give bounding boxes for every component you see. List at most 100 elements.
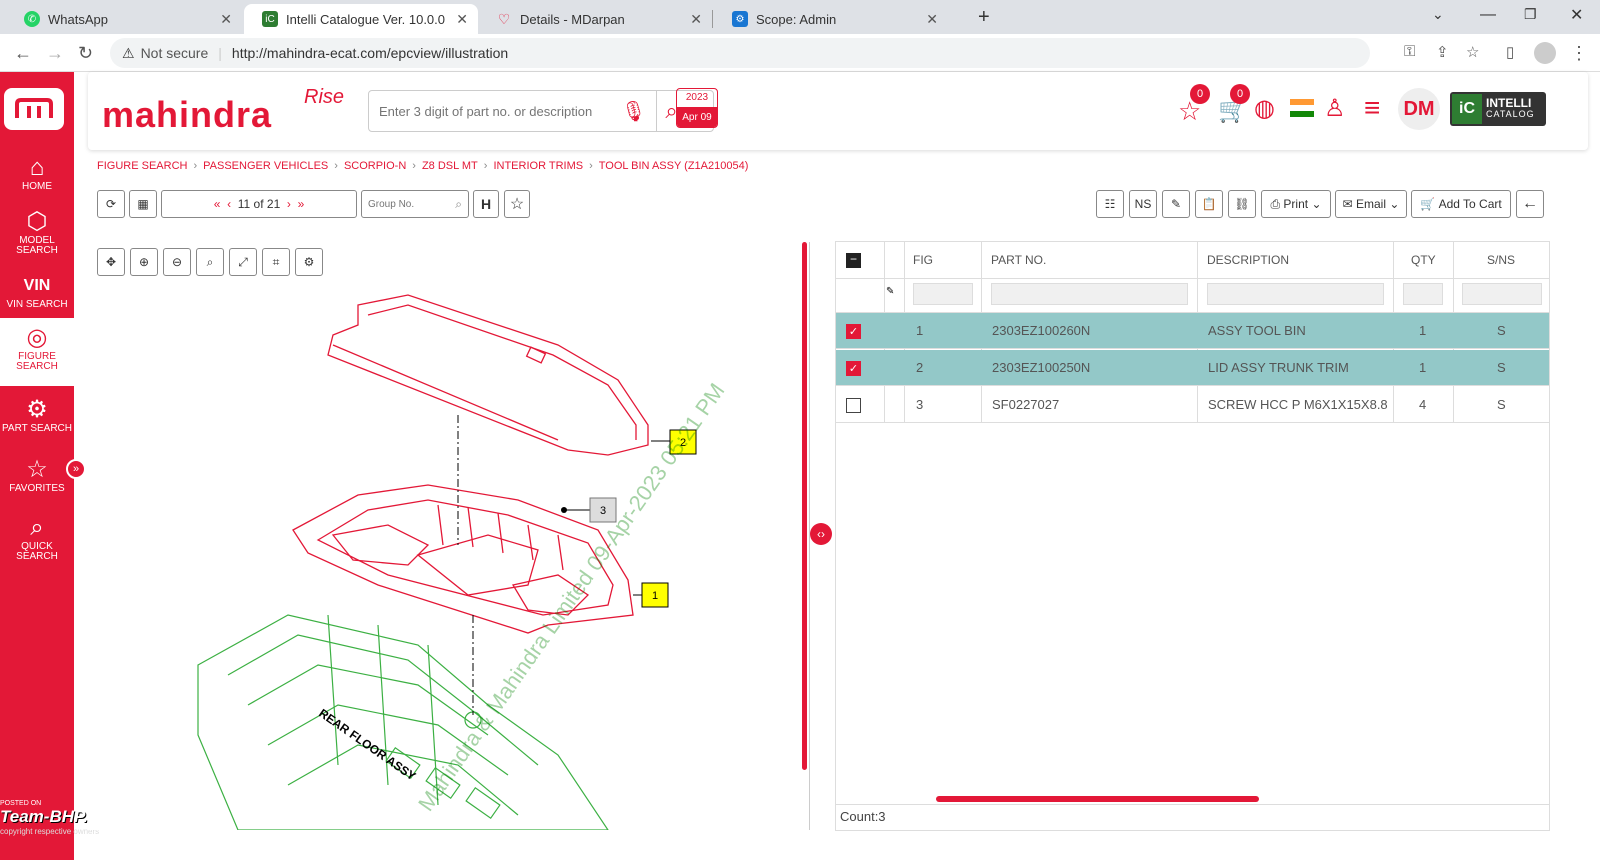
- close-icon[interactable]: ✕: [220, 11, 232, 28]
- share-icon[interactable]: ⇪: [1436, 43, 1449, 61]
- hamburger-menu-icon[interactable]: ≡: [1364, 92, 1380, 124]
- forward-icon[interactable]: →: [46, 43, 64, 64]
- user-rating-icon[interactable]: ♙: [1324, 94, 1346, 123]
- edit-note-button[interactable]: ✎: [1162, 190, 1190, 218]
- row-checkbox[interactable]: ✓: [846, 361, 861, 376]
- zoom-area-button[interactable]: ⌕: [196, 248, 224, 276]
- reset-view-button[interactable]: ⟳: [97, 190, 125, 218]
- column-header-part-no[interactable]: PART NO.: [991, 242, 1046, 278]
- tab-mdarpan[interactable]: ♡ Details - MDarpan ✕: [478, 4, 712, 34]
- breadcrumb-item[interactable]: SCORPIO-N: [344, 160, 406, 172]
- tab-intelli-catalogue[interactable]: iC Intelli Catalogue Ver. 10.0.0 ✕: [244, 4, 478, 34]
- restore-icon[interactable]: ❐: [1524, 6, 1537, 23]
- table-row[interactable]: ✓ 2 2303EZ100250N LID ASSY TRUNK TRIM 1 …: [836, 350, 1549, 386]
- column-header-sns[interactable]: S/NS: [1487, 242, 1515, 278]
- filter-qty-input[interactable]: [1403, 283, 1443, 305]
- new-tab-icon[interactable]: +: [978, 6, 990, 29]
- sidebar-item-part-search[interactable]: ⚙ PART SEARCH: [0, 390, 74, 452]
- tab-scope-admin[interactable]: ⚙ Scope: Admin ✕: [714, 4, 948, 34]
- crop-button[interactable]: ⌗: [262, 248, 290, 276]
- cell-part-no: 2303EZ100250N: [992, 360, 1091, 375]
- sidebar-item-quick-search[interactable]: ⌕ QUICK SEARCH: [0, 508, 74, 570]
- prev-page-icon[interactable]: ‹: [227, 197, 231, 211]
- h-button[interactable]: H: [473, 190, 499, 218]
- zoom-in-button[interactable]: ⊕: [130, 248, 158, 276]
- sidebar-item-favorites[interactable]: ☆ FAVORITES: [0, 450, 74, 512]
- resize-toggle-icon[interactable]: ‹›: [810, 523, 832, 545]
- first-page-icon[interactable]: «: [214, 197, 221, 211]
- table-row[interactable]: 3 SF0227027 SCREW HCC P M6X1X15X8.8 4 S: [836, 387, 1549, 423]
- window-close-icon[interactable]: ✕: [1570, 5, 1583, 25]
- grid-view-button[interactable]: ▦: [129, 190, 157, 218]
- filter-sns-input[interactable]: [1462, 283, 1542, 305]
- print-button[interactable]: ⎙ Print ⌄: [1261, 190, 1331, 218]
- security-label: Not secure: [140, 45, 209, 61]
- filter-description-input[interactable]: [1207, 283, 1384, 305]
- filter-edit-icon[interactable]: ✎: [886, 286, 894, 297]
- horizontal-scrollbar[interactable]: [936, 796, 1259, 802]
- column-header-fig[interactable]: FIG: [913, 242, 933, 278]
- close-icon[interactable]: ✕: [456, 11, 468, 28]
- email-button[interactable]: ✉ Email ⌄: [1335, 190, 1407, 218]
- key-icon[interactable]: ⚿: [1404, 43, 1415, 60]
- sidebar-item-home[interactable]: ⌂ HOME: [0, 148, 74, 210]
- filter-fig-input[interactable]: [913, 283, 973, 305]
- fit-screen-button[interactable]: ⤢: [229, 248, 257, 276]
- clipboard-button[interactable]: 📋: [1195, 190, 1223, 218]
- add-to-cart-button[interactable]: 🛒 Add To Cart: [1411, 190, 1511, 218]
- breadcrumb-item[interactable]: Z8 DSL MT: [422, 160, 478, 172]
- pan-tool-button[interactable]: ✥: [97, 248, 125, 276]
- screw-marker: [561, 507, 567, 513]
- next-page-icon[interactable]: ›: [287, 197, 291, 211]
- cell-qty: 1: [1419, 360, 1427, 375]
- callout-1[interactable]: 1: [641, 582, 669, 608]
- bookmark-star-icon[interactable]: ☆: [1466, 43, 1479, 61]
- close-icon[interactable]: ✕: [926, 11, 938, 28]
- tab-search-icon[interactable]: ⌄: [1432, 6, 1444, 23]
- microphone-icon[interactable]: 🎙: [621, 99, 646, 124]
- menu-dots-icon[interactable]: ⋮: [1570, 43, 1588, 64]
- column-header-qty[interactable]: QTY: [1411, 242, 1436, 278]
- ns-button[interactable]: NS: [1129, 190, 1157, 218]
- last-page-icon[interactable]: »: [298, 197, 305, 211]
- column-header-description[interactable]: DESCRIPTION: [1207, 242, 1289, 278]
- url-omnibox[interactable]: ⚠ Not secure | http://mahindra-ecat.com/…: [110, 38, 1370, 68]
- back-arrow-button[interactable]: ←: [1516, 190, 1544, 218]
- address-bar: ← → ↻ ⚠ Not secure | http://mahindra-eca…: [0, 34, 1600, 72]
- part-search-input[interactable]: [379, 103, 619, 119]
- panel-splitter[interactable]: [802, 242, 807, 770]
- profile-avatar[interactable]: [1534, 42, 1556, 64]
- select-all-checkbox[interactable]: −: [846, 253, 861, 268]
- sidebar-item-figure-search[interactable]: ◎ FIGURE SEARCH: [0, 318, 74, 386]
- group-no-input[interactable]: [368, 198, 448, 210]
- globe-icon[interactable]: ◍: [1254, 94, 1275, 123]
- row-checkbox[interactable]: ✓: [846, 324, 861, 339]
- parts-diagram[interactable]: 2 1 3 REAR FLOOR ASSY Mahindra & Mahindr…: [88, 285, 803, 830]
- tab-whatsapp[interactable]: ✆ WhatsApp ✕: [6, 4, 242, 34]
- side-panel-icon[interactable]: ▯: [1506, 43, 1514, 61]
- link-button[interactable]: ⛓: [1228, 190, 1256, 218]
- reload-icon[interactable]: ↻: [78, 43, 93, 64]
- zoom-out-button[interactable]: ⊖: [163, 248, 191, 276]
- settings-button[interactable]: ⚙: [295, 248, 323, 276]
- mahindra-logo[interactable]: mahindra: [102, 94, 272, 136]
- breadcrumb-item[interactable]: FIGURE SEARCH: [97, 160, 187, 172]
- mahindra-m-logo[interactable]: [4, 88, 64, 130]
- expand-sidebar-icon[interactable]: »: [66, 459, 86, 479]
- filter-part-no-input[interactable]: [991, 283, 1188, 305]
- back-icon[interactable]: ←: [14, 43, 32, 64]
- breadcrumb-item[interactable]: INTERIOR TRIMS: [493, 160, 583, 172]
- group-no-field[interactable]: ⌕: [361, 190, 469, 218]
- india-flag-icon[interactable]: [1290, 99, 1314, 117]
- sidebar-item-model-search[interactable]: ⬡ MODEL SEARCH: [0, 202, 74, 264]
- favorite-star-button[interactable]: ☆: [504, 190, 530, 218]
- close-icon[interactable]: ✕: [690, 11, 702, 28]
- user-avatar[interactable]: DM: [1398, 88, 1440, 130]
- add-to-cart-label: Add To Cart: [1438, 197, 1502, 211]
- row-checkbox[interactable]: [846, 398, 861, 413]
- search-icon[interactable]: ⌕: [455, 197, 462, 212]
- table-row[interactable]: ✓ 1 2303EZ100260N ASSY TOOL BIN 1 S: [836, 313, 1549, 349]
- list-view-button[interactable]: ☷: [1096, 190, 1124, 218]
- minimize-icon[interactable]: —: [1480, 6, 1496, 24]
- breadcrumb-item[interactable]: PASSENGER VEHICLES: [203, 160, 328, 172]
